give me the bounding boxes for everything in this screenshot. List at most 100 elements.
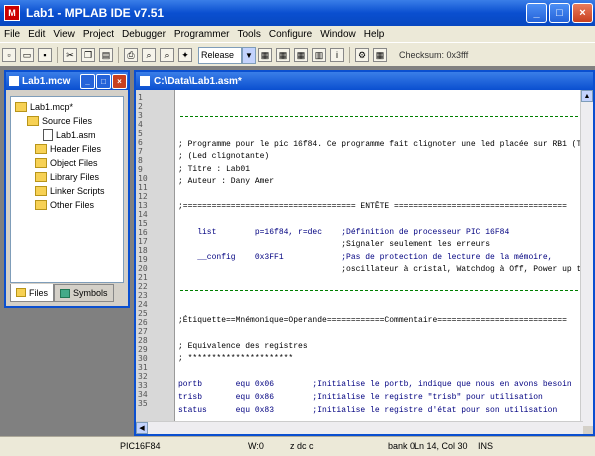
- code-line: ; Equivalence des registres: [178, 342, 308, 351]
- copy-icon[interactable]: ❐: [81, 48, 95, 62]
- menu-tools[interactable]: Tools: [233, 29, 264, 40]
- checksum-label: Checksum: 0x3fff: [399, 50, 469, 60]
- tab-symbols[interactable]: Symbols: [54, 284, 114, 302]
- menu-window[interactable]: Window: [316, 29, 360, 40]
- line-number: 24: [138, 300, 148, 309]
- cut-icon[interactable]: ✂: [63, 48, 77, 62]
- status-ins: INS: [478, 441, 494, 451]
- print-icon[interactable]: ⎙: [124, 48, 138, 62]
- project-window-title-bar[interactable]: Lab1.mcw _ □ ×: [6, 72, 128, 90]
- status-flags: z dc c: [290, 441, 314, 451]
- tree-item-lab1-asm[interactable]: Lab1.asm: [43, 129, 96, 141]
- chevron-down-icon[interactable]: ▼: [242, 46, 256, 64]
- folder-icon: [35, 172, 47, 182]
- minimize-icon[interactable]: _: [526, 3, 547, 23]
- paste-icon[interactable]: ▤: [99, 48, 113, 62]
- folder-icon: [35, 158, 47, 168]
- menu-bar: File Edit View Project Debugger Programm…: [0, 26, 595, 42]
- code-line: ;oscillateur à cristal, Watchdog à Off, …: [178, 265, 583, 274]
- build-config-select[interactable]: Release: [198, 46, 242, 64]
- code-line: list p=16f84, r=dec ;Définition de proce…: [178, 228, 510, 237]
- toolbar: ▫ ▭ ▪ ✂ ❐ ▤ ⎙ ⌕ ⌕ ✦ Release ▼ ▦ ▦ ▦ ▥ i …: [0, 42, 595, 68]
- build-all-icon[interactable]: ▦: [294, 48, 308, 62]
- editor-window[interactable]: C:\Data\Lab1.asm* 1 2 3 4 5 6 7 8 9 10 1…: [134, 70, 595, 436]
- status-w-register: W:0: [248, 441, 264, 451]
- menu-configure[interactable]: Configure: [265, 29, 316, 40]
- tree-item-project[interactable]: Lab1.mcp*: [15, 101, 73, 113]
- project-window[interactable]: Lab1.mcw _ □ × Lab1.mcp* Source Files La…: [4, 70, 130, 308]
- line-number: 10: [138, 174, 148, 183]
- menu-view[interactable]: View: [49, 29, 79, 40]
- editor-title-bar[interactable]: C:\Data\Lab1.asm*: [136, 72, 593, 90]
- build-icon[interactable]: ▦: [258, 48, 272, 62]
- code-line: ; Titre : Lab01: [178, 165, 251, 174]
- maximize-icon[interactable]: □: [549, 3, 570, 23]
- line-number: 32: [138, 372, 148, 381]
- tree-item-linker-scripts[interactable]: Linker Scripts: [35, 185, 105, 197]
- line-number: 6: [138, 138, 143, 147]
- line-number: 26: [138, 318, 148, 327]
- scroll-up-icon[interactable]: ▲: [581, 90, 593, 102]
- save-icon[interactable]: ▪: [38, 48, 52, 62]
- code-line: ; Programme pour le pic 16f84. Ce progra…: [178, 140, 583, 149]
- info-icon[interactable]: i: [330, 48, 344, 62]
- line-number: 28: [138, 336, 148, 345]
- code-editor[interactable]: 1 2 3 4 5 6 7 8 9 10 11 12 13 14 15 16 1…: [136, 90, 583, 426]
- tree-item-label: Object Files: [50, 158, 98, 168]
- project-icon[interactable]: ▥: [312, 48, 326, 62]
- scroll-left-icon[interactable]: ◀: [136, 422, 148, 434]
- code-line: ; Auteur : Dany Amer: [178, 177, 275, 186]
- tab-files[interactable]: Files: [10, 284, 55, 302]
- minimize-icon[interactable]: _: [80, 73, 95, 89]
- line-number: 5: [138, 129, 143, 138]
- line-number: 16: [138, 228, 148, 237]
- line-number: 34: [138, 390, 148, 399]
- project-tabs: Files Symbols: [10, 284, 114, 302]
- folder-icon: [35, 200, 47, 210]
- tree-item-library-files[interactable]: Library Files: [35, 171, 99, 183]
- tree-item-other-files[interactable]: Other Files: [35, 199, 94, 211]
- menu-help[interactable]: Help: [360, 29, 389, 40]
- new-file-icon[interactable]: ▫: [2, 48, 16, 62]
- status-cursor-position: Ln 14, Col 30: [414, 441, 468, 451]
- tree-item-object-files[interactable]: Object Files: [35, 157, 98, 169]
- line-number: 3: [138, 111, 143, 120]
- line-number: 33: [138, 381, 148, 390]
- status-bar: PIC16F84 W:0 z dc c bank 0 Ln 14, Col 30…: [0, 436, 595, 456]
- horizontal-scrollbar[interactable]: ◀: [136, 421, 583, 434]
- app-title-bar[interactable]: M Lab1 - MPLAB IDE v7.51 _ □ ×: [0, 0, 595, 26]
- vertical-scrollbar[interactable]: ▲: [580, 90, 593, 426]
- maximize-icon[interactable]: □: [96, 73, 111, 89]
- line-number: 14: [138, 210, 148, 219]
- settings-icon[interactable]: ⚙: [355, 48, 369, 62]
- line-number: 17: [138, 237, 148, 246]
- make-icon[interactable]: ▦: [276, 48, 290, 62]
- open-folder-icon[interactable]: ▭: [20, 48, 34, 62]
- tree-item-label: Linker Scripts: [50, 186, 105, 196]
- line-number: 11: [138, 183, 148, 192]
- tree-item-source-files[interactable]: Source Files: [27, 115, 92, 127]
- workspace-icon: [9, 76, 19, 86]
- line-number-gutter: 1 2 3 4 5 6 7 8 9 10 11 12 13 14 15 16 1…: [136, 90, 175, 426]
- menu-debugger[interactable]: Debugger: [118, 29, 170, 40]
- toolbar-divider: [118, 47, 119, 63]
- tree-item-header-files[interactable]: Header Files: [35, 143, 101, 155]
- help-bulb-icon[interactable]: ✦: [178, 48, 192, 62]
- line-number: 23: [138, 291, 148, 300]
- menu-edit[interactable]: Edit: [24, 29, 49, 40]
- line-number: 25: [138, 309, 148, 318]
- windows-icon[interactable]: ▦: [373, 48, 387, 62]
- tree-item-label: Library Files: [50, 172, 100, 182]
- line-number: 7: [138, 147, 143, 156]
- find-in-files-icon[interactable]: ⌕: [160, 48, 174, 62]
- menu-file[interactable]: File: [0, 29, 24, 40]
- menu-project[interactable]: Project: [79, 29, 118, 40]
- folder-icon: [35, 144, 47, 154]
- project-tree: Lab1.mcp* Source Files Lab1.asm Header F…: [10, 96, 124, 283]
- find-icon[interactable]: ⌕: [142, 48, 156, 62]
- folder-icon: [27, 116, 39, 126]
- tree-item-label: Lab1.asm: [56, 130, 96, 140]
- close-icon[interactable]: ×: [572, 3, 593, 23]
- close-icon[interactable]: ×: [112, 73, 127, 89]
- menu-programmer[interactable]: Programmer: [170, 29, 234, 40]
